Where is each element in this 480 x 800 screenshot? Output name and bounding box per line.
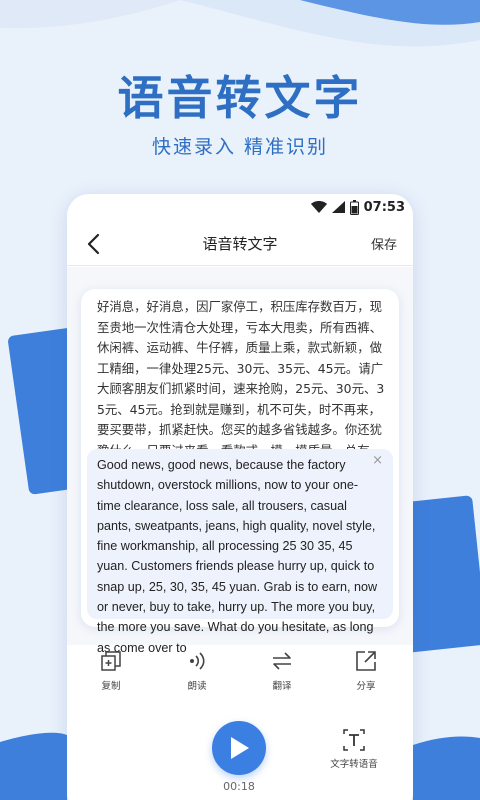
play-icon: [231, 737, 249, 759]
translate-icon: [273, 652, 291, 670]
transcript-card: 好消息，好消息，因厂家停工，积压库存数百万，现至贵地一次性清仓大处理，亏本大甩卖…: [81, 289, 399, 655]
copy-label: 复制: [101, 681, 121, 692]
wifi-icon: [310, 201, 327, 213]
text-to-speech-icon: [343, 729, 365, 751]
translation-text[interactable]: Good news, good news, because the factor…: [97, 455, 381, 658]
read-aloud-label: 朗读: [187, 681, 207, 692]
page-title: 语音转文字: [202, 235, 278, 253]
share-label: 分享: [356, 681, 376, 692]
share-button[interactable]: 分享: [336, 650, 396, 692]
share-icon: [356, 651, 376, 671]
copy-icon: [101, 651, 121, 671]
text-to-speech-label: 文字转语音: [330, 759, 378, 770]
play-button[interactable]: [212, 721, 266, 775]
toolbar: 复制 朗读 翻译 分享: [67, 650, 413, 700]
save-button[interactable]: 保存: [371, 234, 397, 253]
translate-label: 翻译: [272, 681, 292, 692]
close-translation-icon[interactable]: ×: [372, 453, 383, 468]
translation-box: Good news, good news, because the factor…: [87, 449, 393, 655]
phone-screen: 07:53 语音转文字 保存 好消息，好消息，因厂家停工，积压库存数百万，现至贵…: [67, 194, 413, 800]
text-to-speech-button[interactable]: 文字转语音: [323, 729, 385, 770]
app-bar: 语音转文字 保存: [67, 222, 413, 266]
read-aloud-icon: [190, 652, 205, 670]
hero-title: 语音转文字: [117, 71, 363, 125]
battery-icon: [349, 199, 359, 215]
hero-subtitle: 快速录入 精准识别: [151, 136, 329, 158]
status-bar: 07:53: [67, 194, 413, 220]
translate-button[interactable]: 翻译: [252, 650, 312, 692]
status-time: 07:53: [363, 199, 405, 215]
copy-button[interactable]: 复制: [81, 650, 141, 692]
content-area: 好消息，好消息，因厂家停工，积压库存数百万，现至贵地一次性清仓大处理，亏本大甩卖…: [67, 267, 413, 655]
read-aloud-button[interactable]: 朗读: [167, 650, 227, 692]
duration-label: 00:18: [223, 780, 255, 793]
signal-icon: [331, 201, 345, 213]
